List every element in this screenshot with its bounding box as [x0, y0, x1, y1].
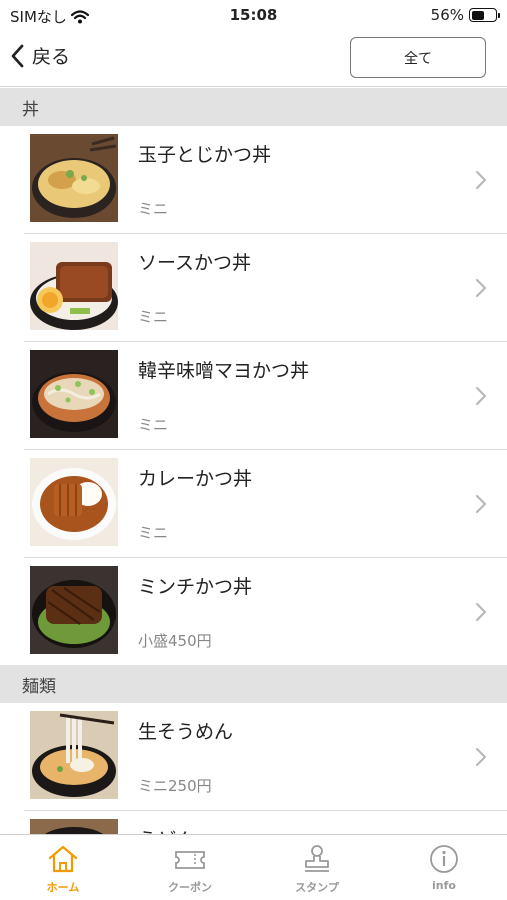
- list-item[interactable]: 韓辛味噌マヨかつ丼 ミニ: [24, 342, 507, 450]
- item-name: ソースかつ丼: [138, 252, 252, 274]
- tab-info[interactable]: info: [381, 835, 507, 900]
- stamp-icon: [305, 845, 329, 872]
- tab-home[interactable]: ホーム: [0, 835, 126, 900]
- item-name: カレーかつ丼: [138, 468, 253, 490]
- item-sub: ミニ: [138, 524, 169, 542]
- food-thumbnail: [30, 242, 118, 330]
- chevron-right-icon: [476, 748, 486, 766]
- tab-label: info: [432, 879, 456, 892]
- item-sub: ミニ: [138, 200, 169, 218]
- list-item[interactable]: カレーかつ丼 ミニ: [24, 450, 507, 558]
- list-item[interactable]: 生そうめん ミニ250円: [24, 703, 507, 811]
- chevron-left-icon: [11, 44, 24, 67]
- chevron-right-icon: [476, 279, 486, 297]
- home-icon: [48, 845, 78, 873]
- tab-coupon[interactable]: クーポン: [127, 835, 253, 900]
- chevron-right-icon: [476, 387, 486, 405]
- chevron-right-icon: [476, 171, 486, 189]
- item-name: ミンチかつ丼: [138, 576, 253, 598]
- chevron-right-icon: [476, 495, 486, 513]
- back-button[interactable]: 戻る: [10, 42, 70, 69]
- tab-label: クーポン: [168, 881, 212, 894]
- status-right: 56%: [430, 6, 500, 24]
- item-sub: ミニ250円: [138, 777, 212, 795]
- item-name: 韓辛味噌マヨかつ丼: [138, 360, 310, 382]
- chevron-right-icon: [476, 603, 486, 621]
- tab-bar: ホーム クーポン スタンプ info: [0, 834, 507, 900]
- info-icon: [430, 845, 458, 873]
- battery-percent: 56%: [430, 6, 464, 24]
- all-button[interactable]: 全て: [350, 37, 486, 78]
- status-bar: SIMなし 15:08 56%: [0, 0, 507, 30]
- section-header-don: 丼: [0, 88, 507, 126]
- ticket-icon: [175, 851, 205, 869]
- item-name: 玉子とじかつ丼: [138, 144, 272, 166]
- tab-stamp[interactable]: スタンプ: [254, 835, 380, 900]
- item-sub: 小盛450円: [138, 632, 212, 650]
- food-thumbnail: [30, 458, 118, 546]
- tab-label: スタンプ: [295, 881, 339, 894]
- list-item[interactable]: ミンチかつ丼 小盛450円: [24, 558, 507, 666]
- tab-label: ホーム: [46, 881, 80, 894]
- battery-icon: [469, 8, 500, 22]
- food-thumbnail: [30, 134, 118, 222]
- list-item[interactable]: ソースかつ丼 ミニ: [24, 234, 507, 342]
- item-sub: ミニ: [138, 416, 169, 434]
- section-header-noodles: 麺類: [0, 665, 507, 703]
- food-thumbnail: [30, 711, 118, 799]
- food-thumbnail: [30, 350, 118, 438]
- item-name: 生そうめん: [138, 721, 234, 743]
- item-sub: ミニ: [138, 308, 169, 326]
- back-label: 戻る: [32, 46, 71, 68]
- list-item[interactable]: 玉子とじかつ丼 ミニ: [24, 126, 507, 234]
- nav-bar: 戻る 全て: [0, 30, 507, 87]
- battery-level: [471, 10, 485, 20]
- food-thumbnail: [30, 566, 118, 654]
